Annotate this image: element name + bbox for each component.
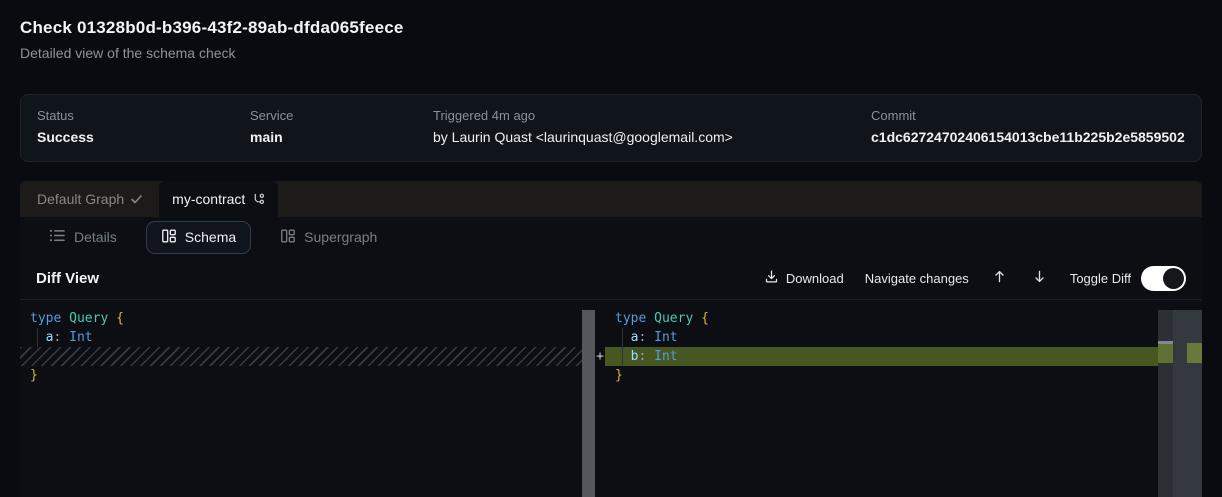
status-field: Status Success [37, 108, 250, 148]
code-line: a: Int [605, 328, 1158, 347]
navigate-changes-button[interactable]: Navigate changes [865, 271, 969, 286]
download-button[interactable]: Download [764, 269, 844, 287]
diff-pane-after[interactable]: type Query { a: Int b: Int} [605, 300, 1158, 497]
navigate-changes-label: Navigate changes [865, 271, 969, 286]
page-title: Check 01328b0d-b396-43f2-89ab-dfda065fee… [20, 16, 404, 40]
tab-supergraph-label: Supergraph [304, 229, 377, 245]
diff-editor: type Query { a: Int} + type Query { a: I… [20, 300, 1202, 497]
download-icon [764, 269, 779, 287]
check-icon [131, 195, 142, 204]
commit-label: Commit [871, 108, 1185, 124]
tab-details-label: Details [74, 229, 117, 245]
code-line: b: Int [605, 347, 1158, 366]
tab-schema-label: Schema [185, 229, 236, 245]
triggered-label: Triggered 4m ago [433, 108, 871, 124]
right-editor-scrollbar[interactable] [1158, 310, 1173, 497]
status-label: Status [37, 108, 250, 124]
page-header: Check 01328b0d-b396-43f2-89ab-dfda065fee… [20, 16, 404, 62]
tab-my-contract[interactable]: my-contract [159, 181, 278, 217]
minimap-added-marker [1187, 343, 1202, 363]
tab-my-contract-label: my-contract [172, 191, 245, 207]
indent-guide [37, 328, 38, 347]
view-tab-row: Details Schema Supergraph [20, 217, 1202, 257]
contract-icon [252, 193, 265, 206]
tab-default-graph-label: Default Graph [37, 191, 124, 207]
code-line: type Query { [20, 309, 582, 328]
diff-toolbar-actions: Download Navigate changes [764, 266, 1186, 291]
diff-toolbar: Diff View Download Navigate changes [20, 257, 1202, 300]
service-label: Service [250, 108, 433, 124]
code-line: type Query { [605, 309, 1158, 328]
diff-view-title: Diff View [36, 270, 99, 287]
added-line-plus-marker: + [595, 347, 605, 366]
tab-default-graph[interactable]: Default Graph [20, 181, 159, 217]
tab-schema[interactable]: Schema [146, 221, 251, 254]
code-line: a: Int [20, 328, 582, 347]
arrow-up-icon [993, 269, 1006, 287]
panels-icon [280, 228, 296, 247]
previous-change-button[interactable] [990, 269, 1009, 287]
check-detail-panel: Default Graph my-contract [20, 181, 1202, 497]
left-editor-scrollbar[interactable] [582, 310, 595, 497]
diff-pane-before[interactable]: type Query { a: Int} [20, 300, 582, 497]
tab-details[interactable]: Details [36, 221, 130, 253]
triggered-field: Triggered 4m ago by Laurin Quast <laurin… [433, 108, 871, 148]
code-line: } [605, 366, 1158, 385]
minimap[interactable] [1173, 310, 1202, 497]
diff-placeholder-line [20, 347, 582, 366]
next-change-button[interactable] [1030, 269, 1049, 287]
commit-value: c1dc62724702406154013cbe11b225b2e5859502 [871, 128, 1185, 146]
list-icon [49, 228, 66, 246]
status-value: Success [37, 128, 250, 146]
toggle-diff-label: Toggle Diff [1070, 271, 1131, 286]
page-subtitle: Detailed view of the schema check [20, 44, 404, 62]
service-field: Service main [250, 108, 433, 148]
download-label: Download [786, 271, 844, 286]
panels-icon [161, 228, 177, 247]
toggle-diff-control: Toggle Diff [1070, 266, 1186, 291]
diff-gutter: + [595, 300, 605, 497]
service-value: main [250, 128, 433, 146]
toggle-knob [1163, 268, 1184, 289]
triggered-value: by Laurin Quast <laurinquast@googlemail.… [433, 128, 871, 146]
commit-field: Commit c1dc62724702406154013cbe11b225b2e… [871, 108, 1185, 148]
tab-supergraph[interactable]: Supergraph [267, 221, 390, 254]
code-line: } [20, 366, 582, 385]
check-info-card: Status Success Service main Triggered 4m… [20, 94, 1202, 162]
arrow-down-icon [1033, 269, 1046, 287]
graph-tab-strip: Default Graph my-contract [20, 181, 1202, 217]
indent-guide [622, 328, 623, 366]
toggle-diff-switch[interactable] [1141, 266, 1186, 291]
added-change-marker [1158, 344, 1173, 363]
